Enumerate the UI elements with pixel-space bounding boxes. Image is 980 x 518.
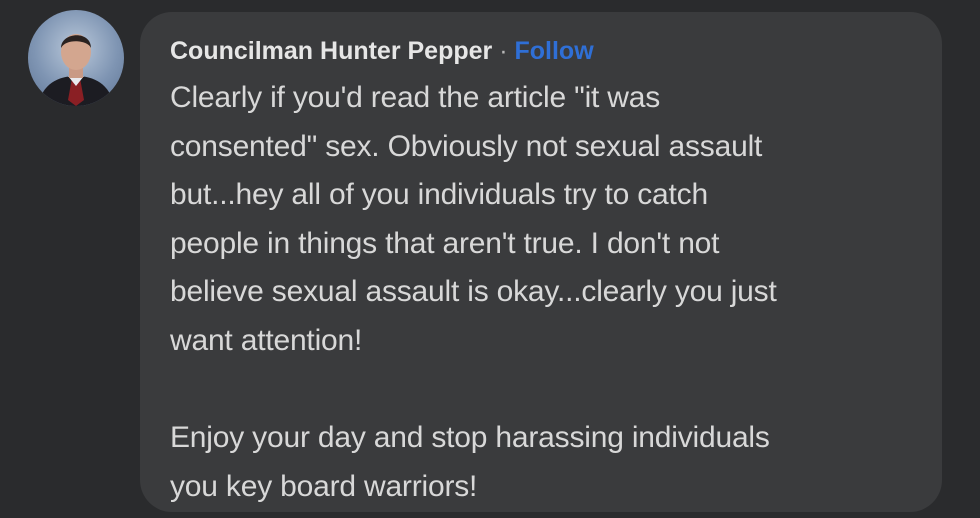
person-icon [38,34,114,106]
comment-header: Councilman Hunter Pepper · Follow [170,36,916,66]
comment-body: Clearly if you'd read the article "it wa… [170,81,777,503]
follow-link[interactable]: Follow [515,37,594,65]
comment-bubble: Councilman Hunter Pepper · Follow Clearl… [140,12,942,512]
author-name[interactable]: Councilman Hunter Pepper [170,37,492,65]
comment-thread: Councilman Hunter Pepper · Follow Clearl… [0,0,980,518]
separator-dot: · [499,37,508,65]
avatar[interactable] [28,10,124,106]
